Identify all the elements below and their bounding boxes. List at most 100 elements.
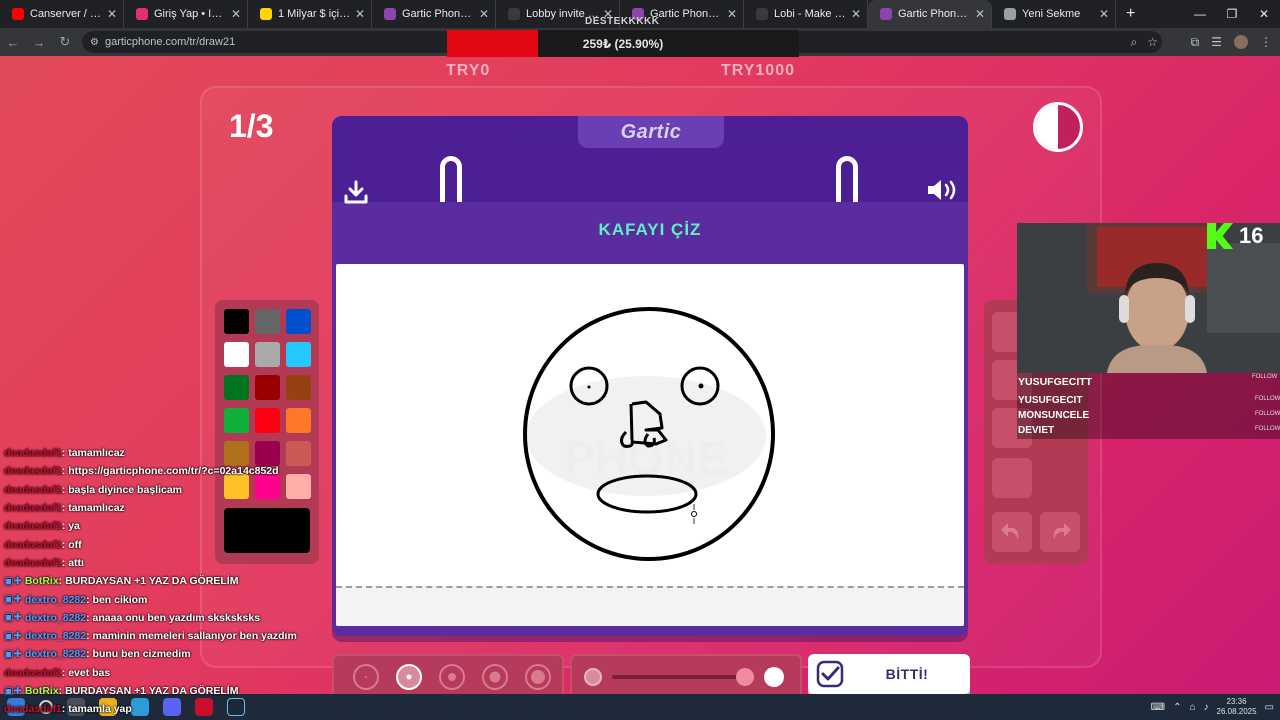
notification-icon[interactable]: ▭ — [1265, 702, 1274, 713]
browser-tab[interactable]: Canserver / Bozuldu G ✕ — [0, 0, 124, 28]
tab-close-icon[interactable]: ✕ — [107, 7, 117, 21]
tab-search-icon[interactable]: ☰ — [1211, 35, 1222, 49]
chat-badge-icon: ▣✚ — [4, 594, 22, 606]
undo-icon[interactable] — [992, 512, 1032, 552]
tab-label: 1 Milyar $ için ne yap — [278, 8, 351, 20]
network-icon[interactable]: ⌂ — [1189, 702, 1195, 713]
follower-name: MONSUNCELE — [1018, 410, 1090, 421]
tab-close-icon[interactable]: ✕ — [355, 7, 365, 21]
color-swatch[interactable] — [224, 342, 249, 367]
back-icon[interactable]: ← — [0, 35, 26, 50]
new-tab-icon[interactable]: + — [1116, 5, 1145, 23]
zoom-icon[interactable]: ⌕ — [1131, 35, 1138, 50]
brush-size-dot — [365, 676, 367, 678]
chat-message: ▣✚ dextro_8282: ben cikiom — [4, 590, 344, 608]
url-text: garticphone.com/tr/draw21 — [104, 36, 236, 48]
chat-message: deadasdaf1: tamamlıcaz — [4, 444, 344, 462]
tab-close-icon[interactable]: ✕ — [851, 7, 861, 21]
opacity-track — [612, 675, 738, 679]
site-info-icon[interactable]: ⚙ — [90, 37, 99, 48]
color-swatch[interactable] — [286, 375, 311, 400]
color-swatch[interactable] — [224, 375, 249, 400]
brush-size-option[interactable] — [439, 664, 465, 690]
browser-tab[interactable]: 1 Milyar $ için ne yap ✕ — [248, 0, 372, 28]
tab-label: Canserver / Bozuldu G — [30, 8, 103, 20]
follow-tag: FOLLOW — [1255, 411, 1280, 417]
color-swatch[interactable] — [255, 375, 280, 400]
drawing-canvas[interactable]: PHONE — [336, 264, 964, 626]
brush-size-dot — [531, 670, 545, 684]
color-swatch[interactable] — [286, 309, 311, 334]
tab-label: Yeni Sekme — [1022, 8, 1081, 20]
chat-text: : ya — [61, 520, 80, 533]
tab-favicon-icon — [12, 8, 24, 20]
browser-tab[interactable]: Gartic Phone - Kulakta ✕ — [372, 0, 496, 28]
tab-close-icon[interactable]: ✕ — [231, 7, 241, 21]
extensions-icon[interactable]: ⧉ — [1191, 35, 1200, 50]
fill-tool-icon[interactable] — [992, 458, 1032, 498]
tab-close-icon[interactable]: ✕ — [1099, 7, 1109, 21]
volume-tray-icon[interactable]: ♪ — [1204, 702, 1209, 713]
tab-label: Lobi - Make it Meme — [774, 8, 847, 20]
chat-message: deadasdaf1: ya — [4, 517, 344, 535]
tab-favicon-icon — [508, 8, 520, 20]
brush-cursor-icon — [691, 504, 697, 524]
tab-label: Gartic Phone - Kulakta — [650, 8, 723, 20]
minimize-icon[interactable]: — — [1184, 0, 1216, 28]
tab-favicon-icon — [880, 8, 892, 20]
chat-badge-icon: ▣✚ — [4, 685, 22, 697]
maximize-icon[interactable]: ❐ — [1216, 0, 1248, 28]
browser-tab[interactable]: Lobi - Make it Meme ✕ — [744, 0, 868, 28]
chat-username: deadasdaf1 — [4, 538, 62, 551]
binder-ring-right — [836, 156, 858, 202]
color-swatch[interactable] — [224, 408, 249, 433]
done-button[interactable]: BİTTİ! — [808, 654, 970, 694]
clock-time: 23:36 — [1226, 697, 1247, 706]
volume-icon[interactable] — [926, 178, 960, 202]
chat-message: deadasdaf1: tamamlıcaz — [4, 499, 344, 517]
tab-label: Gartic Phone - Kulakta — [402, 8, 475, 20]
color-swatch[interactable] — [255, 408, 280, 433]
brush-size-option[interactable] — [353, 664, 379, 690]
download-icon[interactable] — [344, 180, 368, 204]
tab-close-icon[interactable]: ✕ — [975, 7, 985, 21]
browser-tab[interactable]: Yeni Sekme ✕ — [992, 0, 1116, 28]
opacity-slider[interactable] — [570, 654, 802, 694]
chat-text: : ben cikiom — [86, 593, 148, 606]
tab-close-icon[interactable]: ✕ — [479, 7, 489, 21]
profile-avatar[interactable] — [1234, 35, 1248, 49]
brush-size-option[interactable] — [482, 664, 508, 690]
browser-tab[interactable]: Gartic Phone - Kulakta ✕ — [868, 0, 992, 28]
chat-text: : off — [61, 538, 82, 551]
color-swatch[interactable] — [286, 342, 311, 367]
color-swatch[interactable] — [286, 408, 311, 433]
brush-size-option[interactable] — [396, 664, 422, 690]
chat-username: BotRix — [24, 575, 59, 588]
color-swatch[interactable] — [255, 309, 280, 334]
redo-icon[interactable] — [1040, 512, 1080, 552]
tab-close-icon[interactable]: ✕ — [727, 7, 737, 21]
donation-goal-min: TRY0 — [446, 62, 491, 79]
keyboard-icon[interactable]: ⌨ — [1151, 702, 1165, 713]
close-window-icon[interactable]: ✕ — [1248, 0, 1280, 28]
chat-username: deadasdaf1 — [4, 703, 62, 716]
brush-size-dot — [489, 671, 501, 683]
clock[interactable]: 23:36 26.08.2025 — [1217, 697, 1257, 717]
clock-date: 26.08.2025 — [1216, 707, 1257, 716]
color-swatch[interactable] — [224, 309, 249, 334]
menu-icon[interactable]: ⋮ — [1260, 35, 1272, 49]
viewer-count: 16 — [1239, 223, 1264, 248]
donation-bar: 259₺ (25.90%) — [447, 30, 799, 57]
chat-username: deadasdaf1 — [4, 666, 62, 679]
tray-arrow-icon[interactable]: ⌃ — [1173, 702, 1181, 713]
brush-size-option[interactable] — [525, 664, 551, 690]
browser-tab[interactable]: Giriş Yap • Instagram ✕ — [124, 0, 248, 28]
opacity-thumb[interactable] — [736, 668, 754, 686]
bookmark-star-icon[interactable]: ☆ — [1147, 35, 1158, 50]
reload-icon[interactable]: ↻ — [52, 34, 78, 50]
color-swatch[interactable] — [255, 342, 280, 367]
tab-favicon-icon — [136, 8, 148, 20]
forward-icon[interactable]: → — [26, 35, 52, 50]
chat-username: deadasdaf1 — [4, 502, 62, 515]
done-button-label: BİTTİ! — [885, 666, 929, 682]
